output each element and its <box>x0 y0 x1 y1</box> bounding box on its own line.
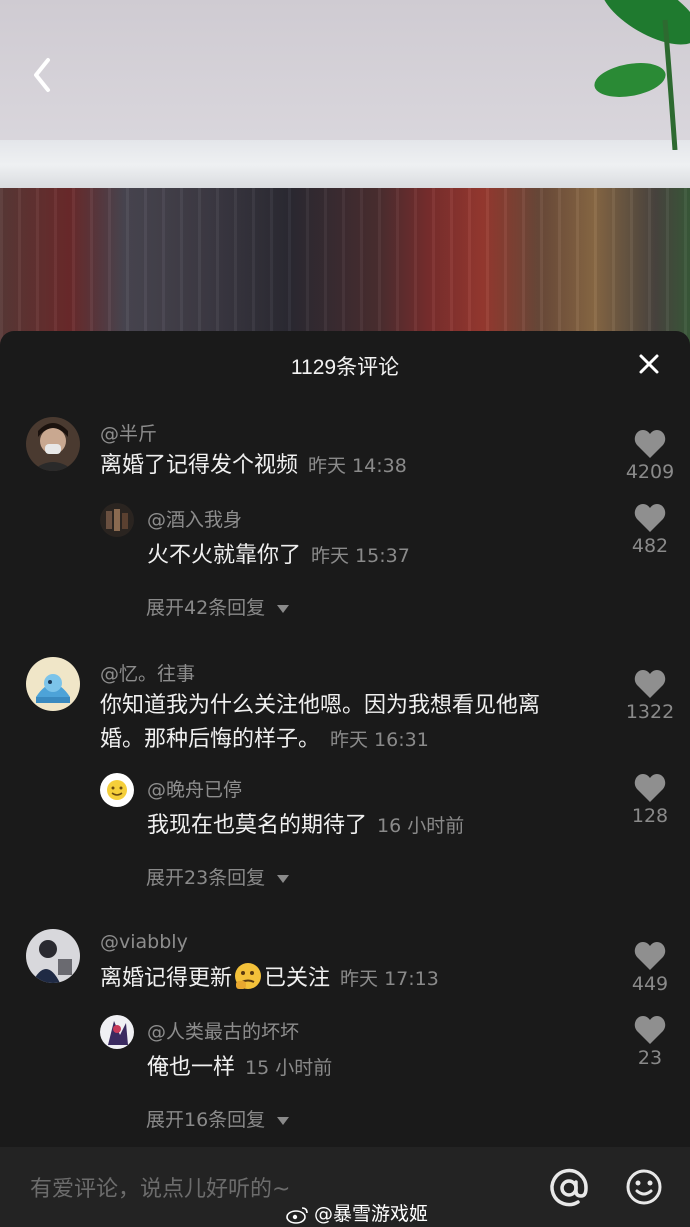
heart-icon <box>634 942 666 970</box>
avatar-image <box>100 773 134 807</box>
reply-time: 15 小时前 <box>245 1057 333 1079</box>
comment-time: 昨天 17:13 <box>340 968 439 990</box>
reply-time: 昨天 15:37 <box>311 545 410 567</box>
reply-text: 火不火就靠你了 昨天 15:37 <box>147 539 607 573</box>
like-count: 23 <box>637 1047 663 1069</box>
expand-label: 展开16条回复 <box>146 1109 266 1131</box>
avatar[interactable] <box>26 657 80 711</box>
heart-icon <box>634 430 666 458</box>
comment-body: 离婚了记得发个视频 <box>100 453 299 478</box>
reply-time: 16 小时前 <box>377 815 465 837</box>
reply-text: 我现在也莫名的期待了 16 小时前 <box>147 809 607 843</box>
comment-body-after-emoji: 已关注 <box>264 966 331 991</box>
expand-replies-button[interactable]: 展开42条回复 <box>146 593 290 620</box>
heart-icon <box>634 1016 666 1044</box>
reply-text: 俺也一样 15 小时前 <box>147 1051 607 1085</box>
like-count: 449 <box>631 973 669 995</box>
username[interactable]: @半斤 <box>100 419 157 446</box>
avatar-image <box>100 1015 134 1049</box>
avatar[interactable] <box>26 417 80 471</box>
like-button[interactable]: 449 <box>620 941 680 995</box>
close-icon[interactable] <box>636 351 662 377</box>
comment-input-bar: 有爱评论，说点儿好听的~ @暴雪游戏姬 <box>0 1147 690 1227</box>
avatar-image <box>26 657 80 711</box>
heart-icon <box>634 670 666 698</box>
game-screen-image <box>0 188 690 345</box>
comment-text: 你知道我为什么关注他嗯。因为我想看见他离 婚。那种后悔的样子。 昨天 16:31 <box>100 689 610 757</box>
smiley-icon[interactable] <box>624 1167 664 1207</box>
back-chevron-icon[interactable] <box>28 55 58 95</box>
avatar-image <box>26 417 80 471</box>
reply-like-button[interactable]: 128 <box>620 773 680 827</box>
comment-count-title: 1129条评论 <box>290 356 400 379</box>
reply-body: 火不火就靠你了 <box>147 543 302 568</box>
at-icon[interactable] <box>548 1167 590 1209</box>
expand-label: 展开23条回复 <box>146 867 266 889</box>
reply-body: 俺也一样 <box>147 1055 236 1080</box>
reply-avatar[interactable] <box>100 773 134 807</box>
reply-avatar[interactable] <box>100 1015 134 1049</box>
heart-icon <box>634 774 666 802</box>
like-count: 482 <box>631 535 669 557</box>
video-background <box>0 0 690 345</box>
watermark-text: @暴雪游戏姬 <box>314 1203 429 1225</box>
reply-username[interactable]: @人类最古的坏坏 <box>147 1017 299 1044</box>
comment-text: 离婚记得更新 已关注 昨天 17:13 <box>100 961 610 996</box>
like-button[interactable]: 1322 <box>620 669 680 723</box>
comment-sheet: 1129条评论 @半斤 离婚了记得发个视频 昨天 14:38 4209 @酒入我… <box>0 331 690 1227</box>
like-button[interactable]: 4209 <box>620 429 680 483</box>
watermark: @暴雪游戏姬 <box>286 1199 428 1226</box>
triangle-down-icon <box>277 874 290 883</box>
expand-replies-button[interactable]: 展开23条回复 <box>146 863 290 890</box>
triangle-down-icon <box>277 1116 290 1125</box>
reply-username[interactable]: @酒入我身 <box>147 505 242 532</box>
comment-input[interactable]: 有爱评论，说点儿好听的~ <box>30 1171 290 1203</box>
heart-icon <box>634 504 666 532</box>
avatar[interactable] <box>26 929 80 983</box>
username[interactable]: @viabbly <box>100 931 188 953</box>
triangle-down-icon <box>277 604 290 613</box>
like-count: 1322 <box>625 701 675 723</box>
like-count: 4209 <box>625 461 675 483</box>
avatar-image <box>26 929 80 983</box>
comment-time: 昨天 14:38 <box>308 455 407 477</box>
reply-username[interactable]: @晚舟已停 <box>147 775 242 802</box>
avatar-image <box>100 503 134 537</box>
weibo-logo-icon <box>286 1206 308 1224</box>
comment-time: 昨天 16:31 <box>330 729 429 751</box>
comment-body-line2: 婚。那种后悔的样子。 <box>100 727 321 752</box>
like-count: 128 <box>631 805 669 827</box>
username[interactable]: @忆。往事 <box>100 659 195 686</box>
comment-body: 离婚记得更新 <box>100 966 233 991</box>
comment-text: 离婚了记得发个视频 昨天 14:38 <box>100 449 610 483</box>
reply-avatar[interactable] <box>100 503 134 537</box>
plant-leaves-image <box>594 0 690 150</box>
comment-body-line1: 你知道我为什么关注他嗯。因为我想看见他离 <box>100 693 541 718</box>
reply-like-button[interactable]: 482 <box>620 503 680 557</box>
thinking-emoji-icon <box>235 963 262 989</box>
expand-replies-button[interactable]: 展开16条回复 <box>146 1105 290 1132</box>
reply-body: 我现在也莫名的期待了 <box>147 813 368 838</box>
reply-like-button[interactable]: 23 <box>620 1015 680 1069</box>
expand-label: 展开42条回复 <box>146 597 266 619</box>
sheet-header: 1129条评论 <box>0 331 690 397</box>
